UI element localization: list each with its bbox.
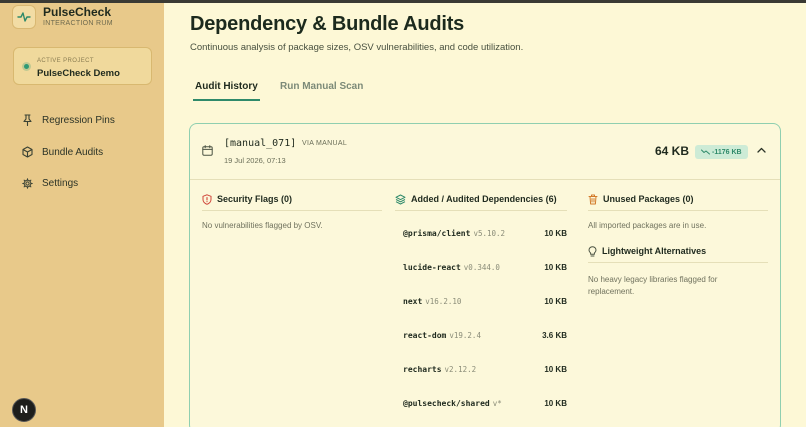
unused-packages-label: Unused Packages (0) <box>603 194 694 204</box>
page-subtitle: Continuous analysis of package sizes, OS… <box>190 42 524 53</box>
dependency-size: 10 KB <box>544 229 567 238</box>
scan-date: 19 Jul 2026, 07:13 <box>224 156 286 165</box>
package-icon <box>22 146 33 158</box>
dependency-size: 10 KB <box>544 399 567 408</box>
tab-run-manual-scan[interactable]: Run Manual Scan <box>280 81 363 92</box>
pin-icon <box>23 114 32 126</box>
audit-card-header[interactable]: [manual_071] VIA MANUAL 19 Jul 2026, 07:… <box>190 124 780 180</box>
security-empty-message: No vulnerabilities flagged by OSV. <box>202 221 323 230</box>
sidebar-item-regression-pins[interactable]: Regression Pins <box>22 114 115 126</box>
dependency-name: recharts v2.12.2 <box>403 365 477 374</box>
dependency-version: v2.12.2 <box>444 365 477 374</box>
tab-audit-history[interactable]: Audit History <box>195 81 258 92</box>
scan-source: VIA MANUAL <box>302 140 348 147</box>
dependency-name: @pulsecheck/shared v* <box>403 399 502 408</box>
calendar-icon <box>202 145 213 156</box>
unused-packages-column: Unused Packages (0) All imported package… <box>588 192 768 296</box>
sidebar-item-label: Settings <box>42 178 79 189</box>
divider <box>202 210 382 211</box>
active-project-name: PulseCheck Demo <box>37 68 120 79</box>
unused-packages-title: Unused Packages (0) <box>588 192 768 206</box>
bundle-total-size: 64 KB <box>655 144 690 158</box>
dependency-size: 10 KB <box>544 365 567 374</box>
sidebar-item-label: Regression Pins <box>42 114 115 126</box>
dependency-size: 3.6 KB <box>542 331 567 340</box>
next-devtools-button[interactable]: N <box>12 398 36 422</box>
divider <box>588 262 768 263</box>
brand-subtitle: INTERACTION RUM <box>43 19 113 27</box>
pulse-icon <box>12 5 36 29</box>
lightweight-alternatives-section: Lightweight Alternatives <box>588 244 768 263</box>
shield-alert-icon <box>202 193 212 205</box>
gear-icon <box>22 178 33 189</box>
dependency-row: @pulsecheck/shared v* 10 KB <box>403 399 567 413</box>
divider <box>588 210 768 211</box>
sidebar: PulseCheck INTERACTION RUM ACTIVE PROJEC… <box>0 3 164 427</box>
dependency-version: v16.2.10 <box>425 297 462 306</box>
dependency-name: react-dom v19.2.4 <box>403 331 481 340</box>
dependency-version: v5.10.2 <box>473 229 506 238</box>
sidebar-item-bundle-audits[interactable]: Bundle Audits <box>22 146 103 158</box>
size-delta-badge: -1176 KB <box>695 145 748 159</box>
active-project-card[interactable]: ACTIVE PROJECT PulseCheck Demo <box>13 47 152 85</box>
dependencies-column: Added / Audited Dependencies (6) @prisma… <box>395 192 567 408</box>
active-project-label: ACTIVE PROJECT <box>37 58 94 64</box>
security-flags-label: Security Flags (0) <box>217 194 293 204</box>
unused-empty-message: All imported packages are in use. <box>588 221 707 230</box>
dependency-version: v* <box>492 399 502 408</box>
tab-bar: Audit History Run Manual Scan <box>190 77 781 103</box>
dependency-row: recharts v2.12.2 10 KB <box>403 365 567 379</box>
security-flags-title: Security Flags (0) <box>202 192 382 206</box>
audit-card: [manual_071] VIA MANUAL 19 Jul 2026, 07:… <box>189 123 781 427</box>
dependency-row: @prisma/client v5.10.2 10 KB <box>403 229 567 243</box>
dependencies-title: Added / Audited Dependencies (6) <box>395 192 567 206</box>
security-flags-column: Security Flags (0) No vulnerabilities fl… <box>202 192 382 232</box>
dependency-row: next v16.2.10 10 KB <box>403 297 567 311</box>
dependencies-label: Added / Audited Dependencies (6) <box>411 194 557 204</box>
lightweight-alternatives-label: Lightweight Alternatives <box>602 246 707 256</box>
sidebar-item-settings[interactable]: Settings <box>22 178 78 189</box>
dependency-version: v0.344.0 <box>463 263 500 272</box>
brand-name: PulseCheck <box>43 4 112 19</box>
dependency-row: lucide-react v0.344.0 10 KB <box>403 263 567 277</box>
dependency-size: 10 KB <box>544 263 567 272</box>
brand[interactable]: PulseCheck INTERACTION RUM <box>12 5 113 29</box>
lightweight-alternatives-title: Lightweight Alternatives <box>588 244 768 258</box>
dependency-size: 10 KB <box>544 297 567 306</box>
active-tab-indicator <box>193 99 260 101</box>
dependency-row: react-dom v19.2.4 3.6 KB <box>403 331 567 345</box>
lightbulb-icon <box>588 245 597 256</box>
chevron-up-icon[interactable] <box>757 147 766 153</box>
dependency-name: @prisma/client v5.10.2 <box>403 229 506 238</box>
size-delta-value: -1176 KB <box>712 148 742 156</box>
trash-icon <box>588 194 598 204</box>
dependency-name: next v16.2.10 <box>403 297 462 306</box>
divider <box>395 210 567 211</box>
dependency-name: lucide-react v0.344.0 <box>403 263 500 272</box>
alternatives-empty-message: No heavy legacy libraries flagged for re… <box>588 275 718 296</box>
sidebar-item-label: Bundle Audits <box>42 146 104 158</box>
trend-down-icon <box>701 149 710 155</box>
layers-icon <box>395 194 406 204</box>
dependency-version: v19.2.4 <box>449 331 481 340</box>
status-dot-icon <box>24 64 29 69</box>
main-content: Dependency & Bundle Audits Continuous an… <box>164 3 806 427</box>
page-title: Dependency & Bundle Audits <box>190 13 465 35</box>
scan-id: [manual_071] <box>224 138 297 149</box>
